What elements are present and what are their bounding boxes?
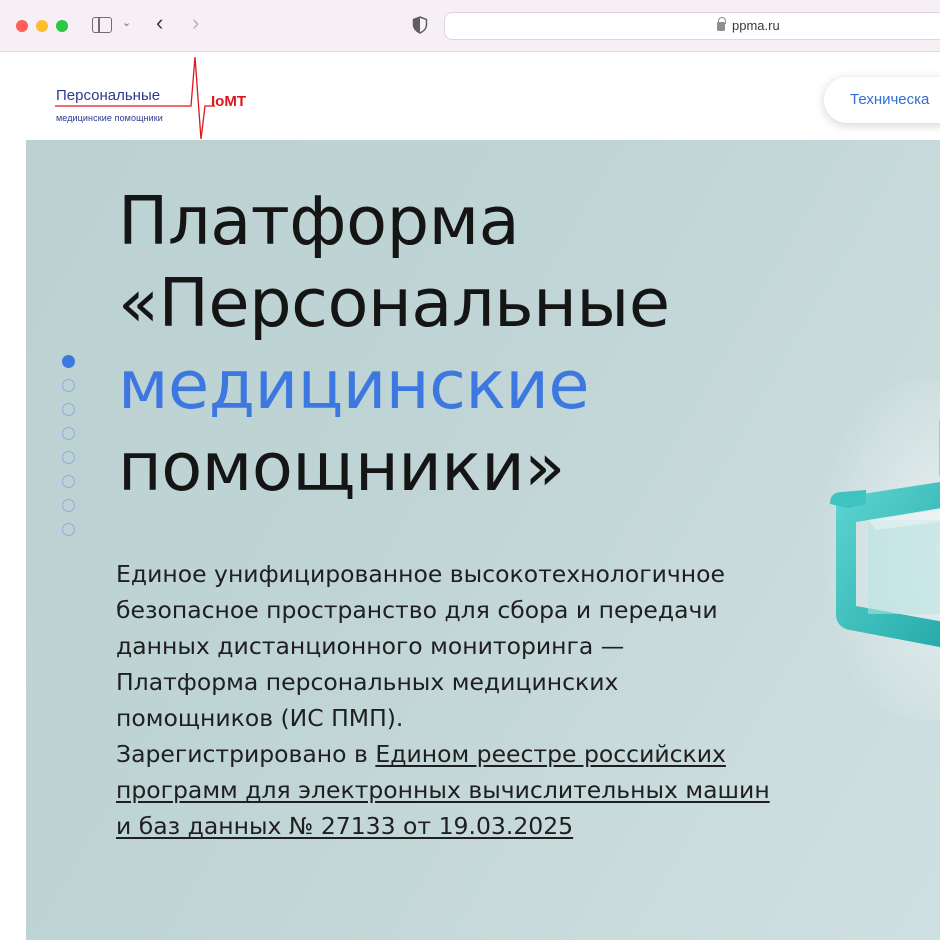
address-bar[interactable]: ppma.ru bbox=[444, 12, 940, 40]
registry-link[interactable]: Едином реестре российских bbox=[375, 740, 726, 768]
zoom-window-button[interactable] bbox=[56, 20, 68, 32]
logo-subtitle: медицинские помощники bbox=[56, 113, 163, 123]
sidebar-toggle-icon[interactable] bbox=[92, 17, 112, 33]
description-line: помощников (ИС ПМП). bbox=[116, 704, 404, 732]
slider-pagination bbox=[61, 355, 77, 536]
hero-section: Платформа «Персональные медицинские помо… bbox=[26, 140, 940, 940]
logo-mark: IoMT bbox=[211, 93, 246, 110]
close-window-button[interactable] bbox=[16, 20, 28, 32]
hero-title-line: «Персональные bbox=[118, 264, 670, 342]
slide-dot-8[interactable] bbox=[62, 523, 75, 536]
hero-description: Единое унифицированное высокотехнологичн… bbox=[116, 556, 876, 844]
minimize-window-button[interactable] bbox=[36, 20, 48, 32]
hero-title-accent-line: медицинские bbox=[118, 346, 590, 424]
logo-title: Персональные bbox=[56, 87, 161, 104]
description-line: данных дистанционного мониторинга — bbox=[116, 632, 625, 660]
browser-toolbar: ⌄ ‹ › ppma.ru bbox=[0, 0, 940, 52]
url-text: ppma.ru bbox=[732, 18, 780, 33]
registry-link[interactable]: программ для электронных вычислительных … bbox=[116, 776, 770, 804]
slide-dot-6[interactable] bbox=[62, 475, 75, 488]
tech-support-label: Техническа bbox=[850, 91, 930, 108]
lock-icon bbox=[717, 17, 726, 31]
registry-link[interactable]: и баз данных № 27133 от 19.03.2025 bbox=[116, 812, 573, 840]
slide-dot-5[interactable] bbox=[62, 451, 75, 464]
slide-dot-3[interactable] bbox=[62, 403, 75, 416]
slide-dot-4[interactable] bbox=[62, 427, 75, 440]
chevron-left-icon[interactable]: ‹ bbox=[156, 12, 163, 34]
hero-title-line: помощники» bbox=[118, 428, 565, 506]
tech-support-button[interactable]: Техническа bbox=[824, 77, 940, 123]
hero-title: Платформа «Персональные медицинские помо… bbox=[118, 180, 670, 508]
site-header: Персональные медицинские помощники IoMT … bbox=[0, 53, 940, 140]
chevron-down-icon[interactable]: ⌄ bbox=[122, 16, 131, 29]
slide-dot-7[interactable] bbox=[62, 499, 75, 512]
site-logo[interactable]: Персональные медицинские помощники IoMT bbox=[55, 57, 265, 139]
description-line: Платформа персональных медицинских bbox=[116, 668, 619, 696]
registered-prefix: Зарегистрировано в bbox=[116, 740, 376, 768]
registration-line: Зарегистрировано в Едином реестре россий… bbox=[116, 736, 876, 772]
slide-dot-2[interactable] bbox=[62, 379, 75, 392]
shield-icon[interactable] bbox=[412, 16, 428, 34]
description-line: безопасное пространство для сбора и пере… bbox=[116, 596, 718, 624]
hero-title-line: Платформа bbox=[118, 182, 520, 260]
description-line: Единое унифицированное высокотехнологичн… bbox=[116, 560, 725, 588]
chevron-right-icon[interactable]: › bbox=[192, 12, 199, 34]
slide-dot-1[interactable] bbox=[62, 355, 75, 368]
